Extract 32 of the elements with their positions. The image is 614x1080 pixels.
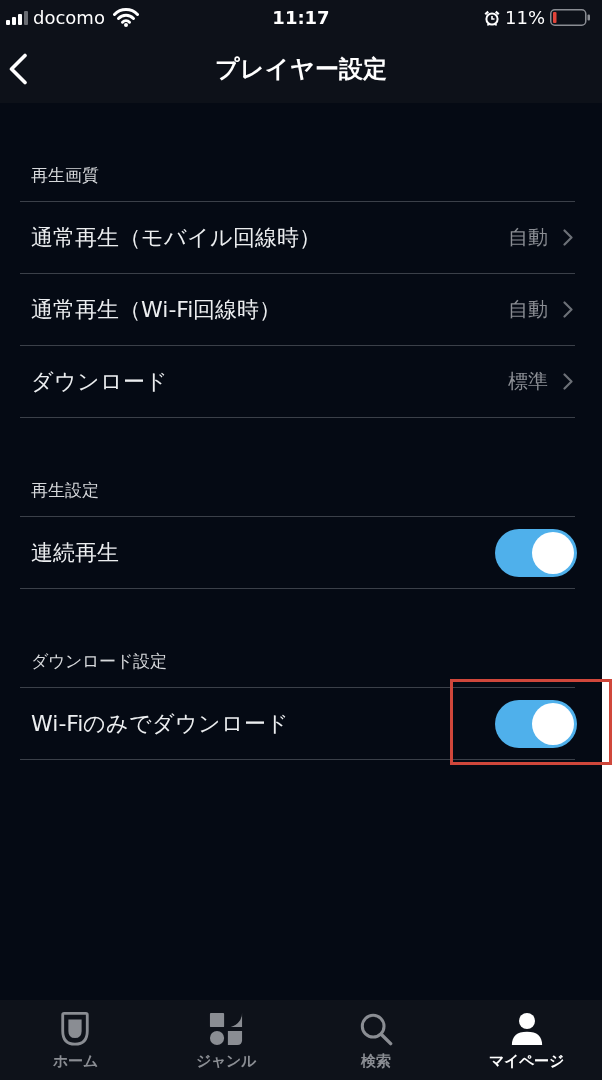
tab-bar-item[interactable]: 検索 [301, 1000, 452, 1080]
chevron-right-icon [563, 229, 573, 246]
signal-icon [6, 10, 28, 25]
status-time: 11:17 [272, 7, 330, 28]
setting-label: 連続再生 [31, 538, 120, 567]
section-header: 再生設定 [31, 479, 99, 501]
setting-value[interactable]: 自動 [508, 224, 548, 251]
shapes-grid-icon [208, 1012, 243, 1046]
person-icon [509, 1012, 544, 1046]
setting-value[interactable]: 自動 [508, 296, 548, 323]
setting-label: Wi-Fiのみでダウンロード [31, 709, 291, 738]
section-header: ダウンロード設定 [31, 650, 167, 672]
toggle-switch[interactable] [495, 699, 577, 748]
tab-bar-item[interactable]: ジャンル [150, 1000, 301, 1080]
setting-value[interactable]: 標準 [508, 368, 548, 395]
chevron-right-icon [563, 373, 573, 390]
alarm-clock-icon [484, 9, 500, 26]
section-header: 再生画質 [31, 164, 99, 186]
page-title: プレイヤー設定 [215, 54, 387, 85]
tab-bar-item[interactable]: ホーム [0, 1000, 151, 1080]
setting-label: 通常再生（Wi-Fi回線時） [31, 295, 283, 324]
wifi-icon [112, 8, 139, 27]
battery-percent: 11% [505, 7, 545, 28]
setting-label: ダウンロード [31, 367, 169, 396]
chevron-right-icon [563, 301, 573, 318]
battery-icon [550, 9, 590, 26]
carrier-name: docomo [33, 7, 105, 28]
setting-label: 通常再生（モバイル回線時） [31, 223, 322, 252]
search-icon [359, 1012, 394, 1046]
back-chevron-icon [8, 53, 28, 85]
toggle-switch[interactable] [495, 528, 577, 577]
tab-bar-item[interactable]: マイページ [451, 1000, 602, 1080]
